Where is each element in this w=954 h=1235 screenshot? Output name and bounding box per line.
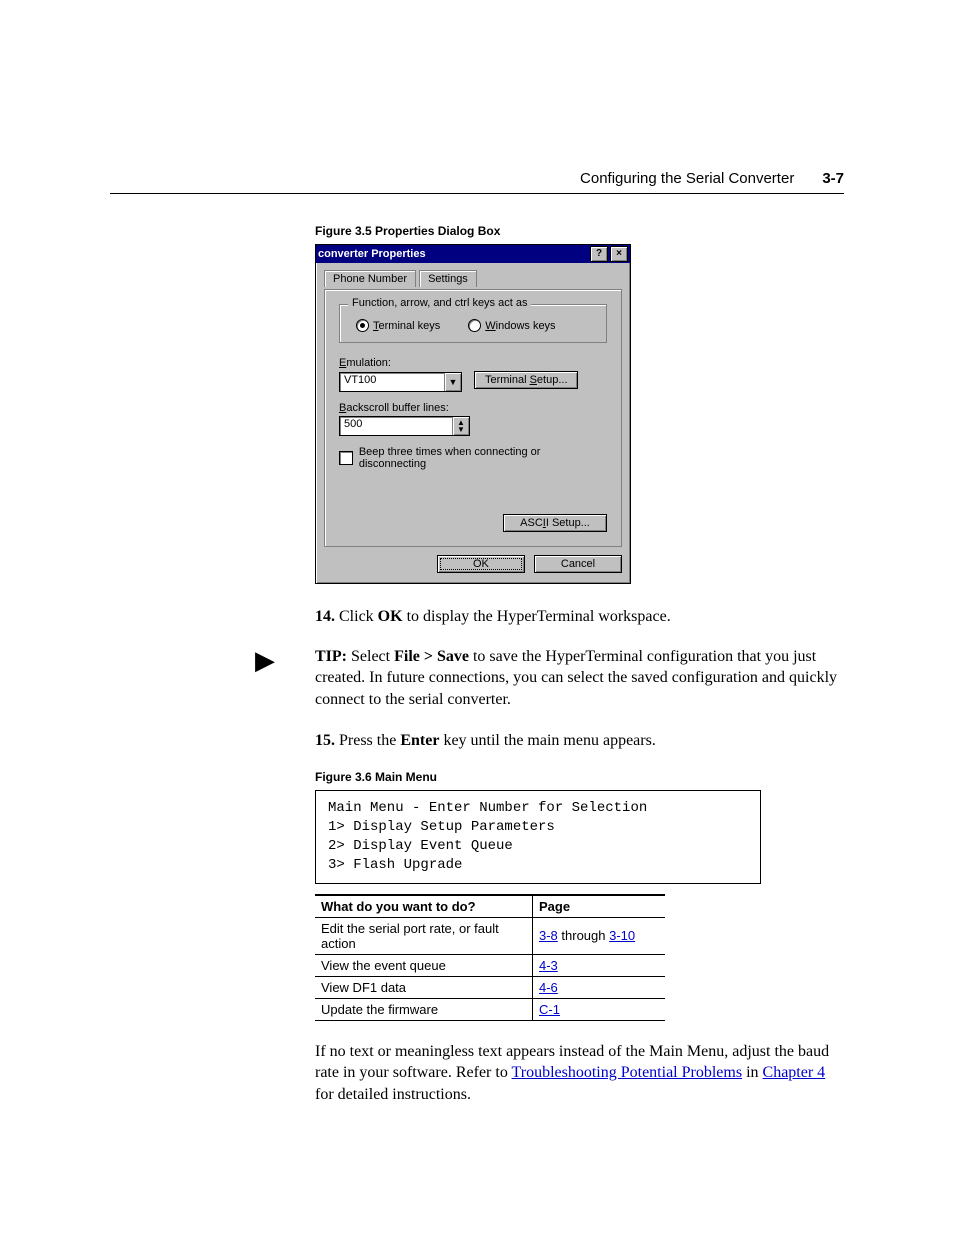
table-row: View DF1 data 4-6 [315, 976, 665, 998]
ascii-setup-button[interactable]: ASCII Setup... [503, 514, 607, 532]
col-page: Page [533, 895, 666, 918]
dialog-title: converter Properties [318, 248, 426, 260]
keys-groupbox: Function, arrow, and ctrl keys act as Te… [339, 304, 607, 343]
step-14: 14. Click OK to display the HyperTermina… [315, 606, 844, 628]
tip-arrow-icon: ▶ [255, 646, 315, 674]
content-column: Figure 3.5 Properties Dialog Box convert… [315, 224, 844, 1105]
closing-paragraph: If no text or meaningless text appears i… [315, 1041, 844, 1106]
ascii-setup-label: ASCII Setup... [520, 517, 590, 529]
cell-page: C-1 [533, 998, 666, 1020]
cell-task: View the event queue [315, 954, 533, 976]
radio-windows-keys[interactable]: Windows keys [468, 319, 555, 332]
tab-strip: Phone Number Settings [324, 269, 622, 289]
link-troubleshooting[interactable]: Troubleshooting Potential Problems [512, 1064, 743, 1081]
beep-checkbox[interactable]: Beep three times when connecting or disc… [339, 446, 607, 470]
col-what: What do you want to do? [315, 895, 533, 918]
terminal-setup-button[interactable]: Terminal Setup... [474, 371, 578, 389]
help-button[interactable]: ? [590, 246, 608, 262]
table-row: Edit the serial port rate, or fault acti… [315, 917, 665, 954]
emulation-value: VT100 [340, 373, 444, 391]
page-number: 3-7 [822, 170, 844, 187]
emulation-row: Emulation: VT100 ▼ Terminal Setup... [339, 357, 607, 392]
terminal-output: Main Menu - Enter Number for Selection 1… [315, 790, 761, 884]
settings-panel: Function, arrow, and ctrl keys act as Te… [324, 289, 622, 547]
properties-dialog: converter Properties ? × Phone Number Se… [315, 244, 631, 584]
dialog-titlebar: converter Properties ? × [316, 245, 630, 263]
radio-terminal-label: Terminal keys [373, 320, 440, 332]
chevron-down-icon[interactable]: ▼ [457, 426, 465, 433]
backscroll-row: Backscroll buffer lines: 500 ▲▼ [339, 402, 607, 436]
link-3-10[interactable]: 3-10 [609, 928, 635, 943]
link-3-8[interactable]: 3-8 [539, 928, 558, 943]
backscroll-value: 500 [340, 417, 452, 435]
page: Configuring the Serial Converter 3-7 Fig… [0, 0, 954, 1181]
figure-3-6-caption: Figure 3.6 Main Menu [315, 770, 844, 784]
link-c-1[interactable]: C-1 [539, 1002, 560, 1017]
cell-page: 3-8 through 3-10 [533, 917, 666, 954]
cell-page: 4-6 [533, 976, 666, 998]
running-header: Configuring the Serial Converter 3-7 [110, 170, 844, 194]
tab-settings[interactable]: Settings [419, 270, 477, 287]
backscroll-spinner[interactable]: 500 ▲▼ [339, 416, 470, 436]
tab-phone-number[interactable]: Phone Number [324, 270, 416, 287]
radio-dot-icon [468, 319, 481, 332]
terminal-setup-label: Terminal Setup... [485, 374, 568, 386]
emulation-combo[interactable]: VT100 ▼ [339, 372, 462, 392]
keys-legend: Function, arrow, and ctrl keys act as [348, 297, 531, 309]
tip-block: ▶ TIP: Select File > Save to save the Hy… [255, 646, 844, 711]
chevron-down-icon[interactable]: ▼ [444, 373, 461, 391]
checkbox-icon [339, 451, 353, 465]
reference-table: What do you want to do? Page Edit the se… [315, 894, 665, 1021]
emulation-label: Emulation: [339, 357, 607, 369]
close-button[interactable]: × [610, 246, 628, 262]
table-header-row: What do you want to do? Page [315, 895, 665, 918]
ok-button[interactable]: OK [437, 555, 525, 573]
backscroll-label: Backscroll buffer lines: [339, 402, 607, 414]
tip-text: TIP: Select File > Save to save the Hype… [315, 646, 844, 711]
spinner-buttons[interactable]: ▲▼ [452, 417, 469, 435]
cell-task: View DF1 data [315, 976, 533, 998]
link-4-3[interactable]: 4-3 [539, 958, 558, 973]
cell-task: Edit the serial port rate, or fault acti… [315, 917, 533, 954]
figure-3-5-caption: Figure 3.5 Properties Dialog Box [315, 224, 844, 238]
radio-terminal-keys[interactable]: Terminal keys [356, 319, 440, 332]
cell-task: Update the firmware [315, 998, 533, 1020]
step-15: 15. Press the Enter key until the main m… [315, 730, 844, 752]
dialog-body: Phone Number Settings Function, arrow, a… [316, 263, 630, 583]
cancel-button[interactable]: Cancel [534, 555, 622, 573]
link-chapter-4[interactable]: Chapter 4 [763, 1064, 826, 1081]
radio-dot-icon [356, 319, 369, 332]
beep-label: Beep three times when connecting or disc… [359, 446, 607, 470]
table-row: View the event queue 4-3 [315, 954, 665, 976]
table-row: Update the firmware C-1 [315, 998, 665, 1020]
radio-windows-label: Windows keys [485, 320, 555, 332]
link-4-6[interactable]: 4-6 [539, 980, 558, 995]
running-title: Configuring the Serial Converter [580, 170, 794, 187]
cell-page: 4-3 [533, 954, 666, 976]
dialog-footer: OK Cancel [324, 555, 622, 573]
